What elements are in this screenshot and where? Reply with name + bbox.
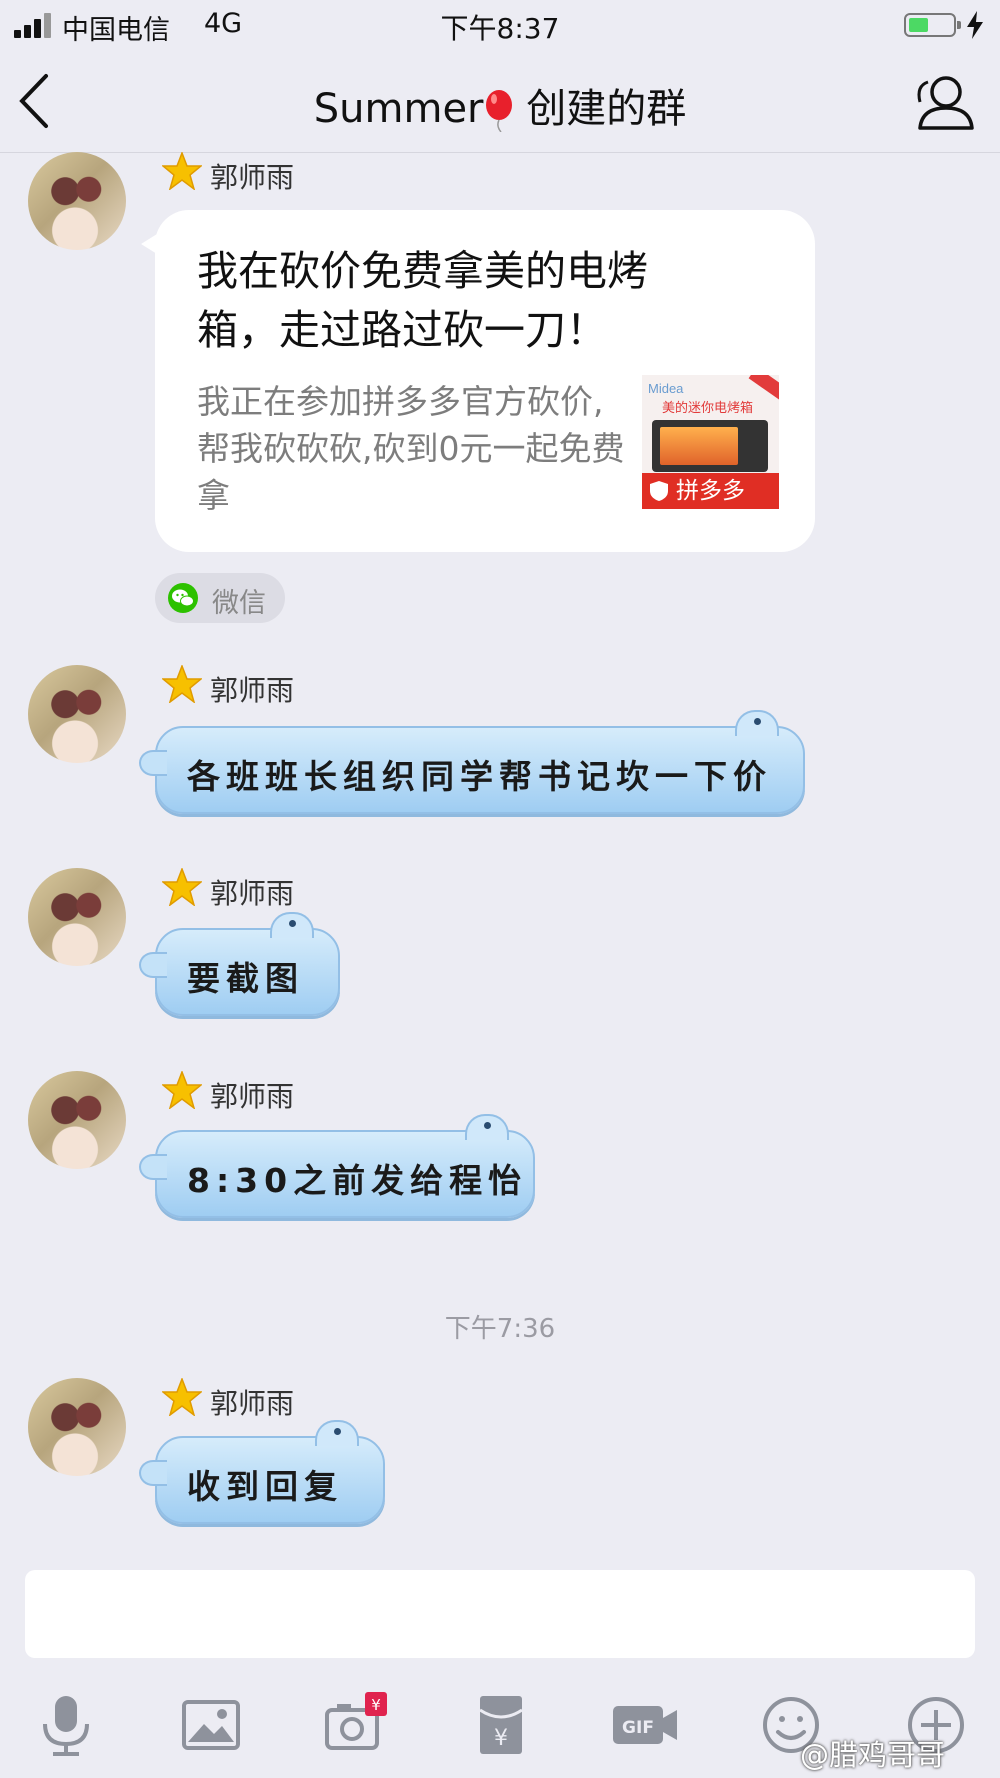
avatar[interactable] [28,1071,126,1169]
sender-name: 郭师雨 [210,1080,295,1113]
message-text: 收到回复 [187,1467,343,1506]
star-icon [162,152,202,190]
envelope-symbol: ¥ [494,1726,508,1751]
message-timestamp: 下午7:36 [444,1314,556,1344]
chat-title: Summer 创建的群 [0,76,1000,134]
red-envelope-icon[interactable]: ¥ [466,1690,536,1760]
microphone-icon[interactable] [31,1690,101,1760]
charging-bolt-icon [967,11,983,39]
share-card-thumbnail: Midea 美的迷你电烤箱 拼多多 [642,375,779,509]
avatar[interactable] [28,152,126,250]
thumbnail-product: 美的迷你电烤箱 [662,401,754,416]
message-text: 8:30之前发给程怡 [187,1161,528,1200]
message-text: 要截图 [187,959,304,998]
source-app-label: 微信 [212,588,266,619]
message-bubble[interactable]: 要截图 [139,912,340,1016]
nav-bar: Summer 创建的群 [0,52,1000,153]
avatar[interactable] [28,868,126,966]
wechat-icon [168,583,198,613]
avatar[interactable] [28,665,126,763]
ribbon-decoration [748,375,779,402]
sender-name: 郭师雨 [210,877,295,910]
share-card-description: 我正在参加拼多多官方砍价,帮我砍砍砍,砍到0元一起免费拿 [197,382,625,515]
star-icon [162,1071,202,1109]
oven-image [652,420,768,472]
source-app-badge[interactable]: 微信 [155,573,285,623]
chat-title-prefix: Summer [313,86,484,132]
status-bar: 中国电信 4G 下午8:37 [0,0,1000,52]
message-text: 各班班长组织同学帮书记坎一下价 [187,757,772,796]
chat-title-suffix: 创建的群 [513,86,687,132]
battery-fill [909,18,928,32]
pinduoduo-tag-label: 拼多多 [676,478,745,504]
image-icon[interactable] [176,1690,246,1760]
camera-badge: ¥ [371,1696,381,1714]
share-card[interactable]: 我在砍价免费拿美的电烤箱，走过路过砍一刀！ 我正在参加拼多多官方砍价,帮我砍砍砍… [141,210,815,552]
star-icon [162,868,202,906]
battery-icon [904,13,961,37]
camera-redpacket-icon[interactable]: ¥ [321,1690,391,1760]
gif-label: GIF [622,1718,654,1738]
sender-name: 郭师雨 [210,161,295,194]
message-bubble[interactable]: 收到回复 [139,1420,385,1524]
message-bubble[interactable]: 各班班长组织同学帮书记坎一下价 [139,710,805,814]
avatar[interactable] [28,1378,126,1476]
share-card-title: 我在砍价免费拿美的电烤箱，走过路过砍一刀！ [197,247,648,354]
shield-icon [650,481,668,501]
sender-name: 郭师雨 [210,674,295,707]
weibo-watermark: @腊鸡哥哥 [800,1738,946,1772]
message-input[interactable] [25,1570,975,1658]
star-icon [162,665,202,703]
gif-icon[interactable]: GIF [611,1690,681,1760]
pinduoduo-tag: 拼多多 [642,473,779,509]
message-bubble[interactable]: 8:30之前发给程怡 [139,1114,535,1218]
thumbnail-brand: Midea [648,381,684,396]
status-time: 下午8:37 [440,12,560,45]
balloon-emoji-icon [485,90,512,132]
star-icon [162,1378,202,1416]
person-icon[interactable] [912,72,976,132]
sender-name: 郭师雨 [210,1387,295,1420]
